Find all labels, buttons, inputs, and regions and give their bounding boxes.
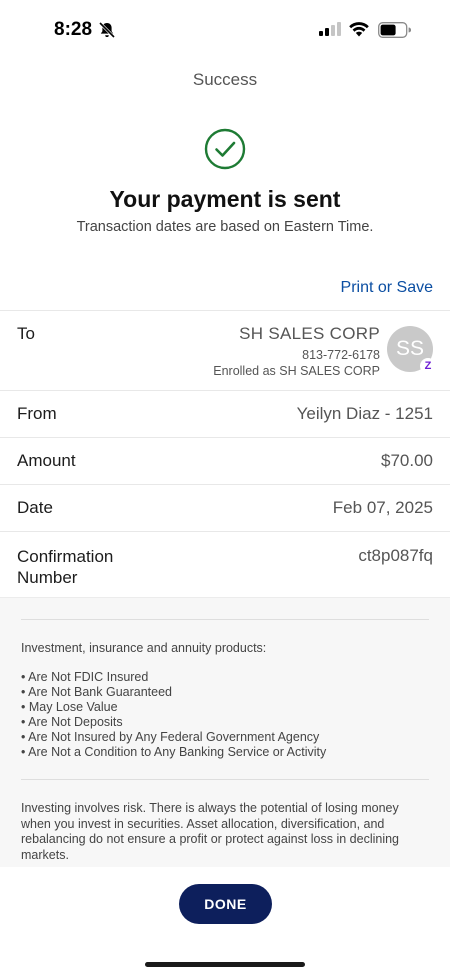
disclosure-item: • Are Not Insured by Any Federal Governm…: [21, 730, 320, 744]
recipient-avatar: SS Z: [387, 326, 436, 374]
detail-row-to: To SH SALES CORP 813-772-6178 Enrolled a…: [0, 310, 450, 390]
status-time: 8:28: [54, 19, 93, 40]
confirmation-label-line2: Number: [17, 568, 78, 587]
confirmation-label-line1: Confirmation: [17, 547, 114, 566]
confirmation-label: Confirmation Number: [17, 546, 113, 588]
timezone-note: Transaction dates are based on Eastern T…: [76, 219, 374, 235]
disclosure-heading: Investment, insurance and annuity produc…: [21, 641, 267, 655]
amount-value: $70.00: [381, 451, 433, 470]
from-value: Yeilyn Diaz - 1251: [296, 404, 433, 423]
recipient-enrolled: Enrolled as SH SALES CORP: [213, 364, 380, 378]
confirmation-number: ct8p087fq: [358, 546, 433, 565]
avatar-initials: SS: [395, 337, 424, 360]
date-label: Date: [17, 498, 53, 517]
disclosure-list: • Are Not FDIC Insured • Are Not Bank Gu…: [21, 670, 429, 760]
recipient-phone: 813-772-6178: [302, 348, 380, 362]
wifi-icon: [349, 22, 369, 37]
print-or-save-link[interactable]: Print or Save: [341, 279, 433, 297]
disclosure-item: • Are Not a Condition to Any Banking Ser…: [21, 745, 327, 759]
detail-row-from: From Yeilyn Diaz - 1251: [0, 390, 450, 437]
home-indicator[interactable]: [145, 962, 305, 967]
risk-disclaimer: Investing involves risk. There is always…: [21, 801, 400, 862]
page-title: Success: [192, 70, 258, 89]
divider: [21, 619, 429, 620]
zelle-icon: Z: [420, 358, 436, 374]
detail-row-date: Date Feb 07, 2025: [0, 484, 450, 531]
disclosure-item: • May Lose Value: [21, 700, 118, 714]
detail-row-confirmation: Confirmation Number ct8p087fq: [0, 531, 450, 598]
investment-disclosure: Investment, insurance and annuity produc…: [0, 597, 450, 867]
amount-label: Amount: [17, 451, 76, 470]
detail-row-amount: Amount $70.00: [0, 437, 450, 484]
payment-details: To SH SALES CORP 813-772-6178 Enrolled a…: [0, 310, 450, 598]
recipient-info: SH SALES CORP 813-772-6178 Enrolled as S…: [213, 324, 436, 390]
done-button[interactable]: DONE: [179, 884, 272, 924]
recipient-name: SH SALES CORP: [239, 324, 380, 343]
battery-icon: [378, 22, 411, 38]
date-value: Feb 07, 2025: [332, 498, 433, 517]
disclosure-item: • Are Not FDIC Insured: [21, 670, 149, 684]
disclosure-item: • Are Not Deposits: [21, 715, 123, 729]
cellular-signal-icon: [319, 22, 341, 36]
bell-muted-icon: [98, 21, 116, 39]
from-label: From: [17, 404, 57, 423]
success-check-icon: [204, 128, 246, 170]
status-bar: 8:28: [0, 0, 450, 60]
divider: [21, 779, 429, 780]
confirmation-headline: Your payment is sent: [109, 186, 341, 212]
to-label: To: [17, 324, 35, 343]
disclosure-item: • Are Not Bank Guaranteed: [21, 685, 172, 699]
